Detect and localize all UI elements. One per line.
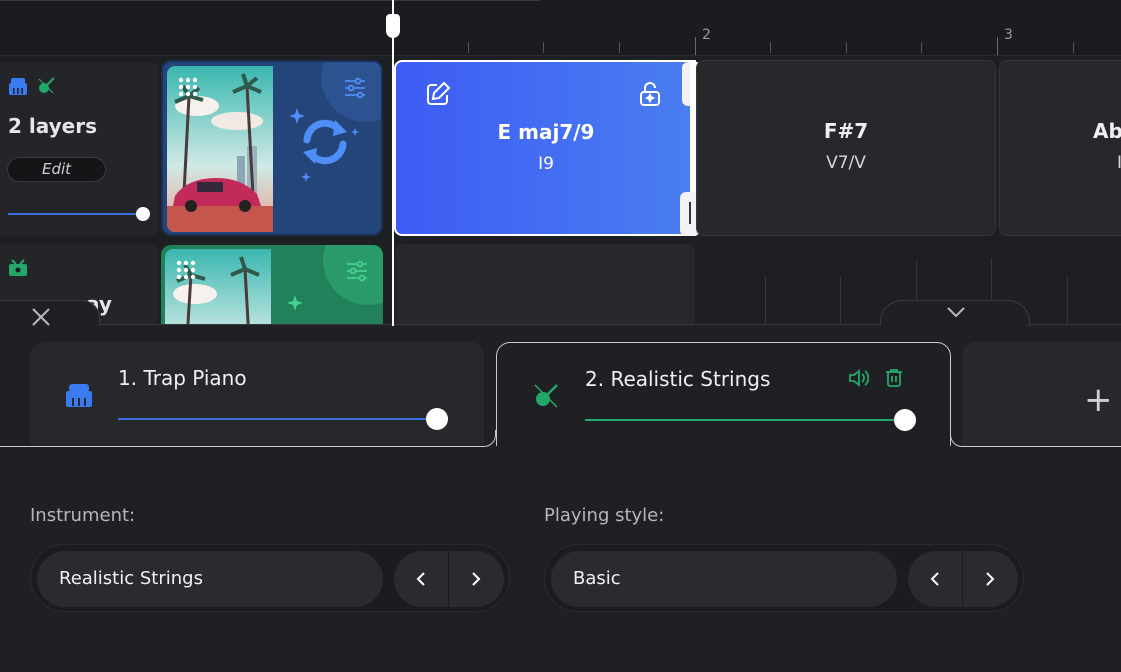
track-header[interactable]: 2 layers Edit bbox=[0, 62, 158, 236]
edit-chord-icon[interactable] bbox=[424, 80, 452, 108]
chord-roman-numeral: I bbox=[1117, 153, 1121, 173]
track-artwork[interactable] bbox=[161, 245, 383, 326]
piano-icon bbox=[9, 78, 27, 95]
layer-volume-knob[interactable] bbox=[894, 409, 916, 431]
panel-divider bbox=[978, 446, 1121, 447]
ruler-tick bbox=[1073, 42, 1074, 53]
track-instrument-icons bbox=[8, 76, 56, 96]
chord-name: E maj7/9 bbox=[497, 120, 595, 144]
playing-style-nav bbox=[908, 551, 1018, 607]
chevron-right-icon bbox=[986, 572, 995, 586]
track-layers-label: 2 layers bbox=[8, 114, 97, 138]
plus-icon: + bbox=[1084, 380, 1113, 420]
trash-icon[interactable] bbox=[883, 367, 905, 389]
instrument-prev-button[interactable] bbox=[394, 551, 448, 607]
chord-name: Ab bbox=[1093, 119, 1121, 143]
chord-block[interactable]: Ab I bbox=[999, 60, 1121, 236]
drum-machine-icon bbox=[9, 259, 27, 276]
track-volume-knob[interactable] bbox=[136, 207, 150, 221]
ruler-tick bbox=[543, 42, 544, 53]
instrument-value[interactable]: Realistic Strings bbox=[37, 551, 383, 607]
chevron-left-icon bbox=[416, 572, 425, 586]
volume-icon[interactable] bbox=[847, 367, 869, 389]
layer-volume-slider[interactable] bbox=[585, 419, 905, 421]
unlock-icon[interactable] bbox=[636, 80, 664, 108]
settings-sliders-icon[interactable] bbox=[343, 76, 367, 100]
edit-track-button[interactable]: Edit bbox=[7, 157, 106, 182]
layer-card-selected[interactable]: 2. Realistic Strings bbox=[496, 342, 951, 446]
track-artwork[interactable] bbox=[161, 60, 383, 236]
chord-block-active[interactable]: E maj7/9 I9 bbox=[394, 60, 702, 236]
layer-title: 2. Realistic Strings bbox=[585, 367, 771, 391]
panel-divider bbox=[0, 446, 468, 447]
grid-menu-icon[interactable] bbox=[175, 259, 197, 281]
ruler-top-line bbox=[0, 0, 540, 1]
track-volume-slider[interactable] bbox=[8, 213, 144, 215]
piano-icon bbox=[66, 384, 92, 407]
settings-sliders-icon[interactable] bbox=[345, 259, 369, 283]
ruler-bar-number: 2 bbox=[702, 27, 711, 43]
playing-style-prev-button[interactable] bbox=[908, 551, 962, 607]
ruler-tick bbox=[921, 42, 922, 53]
layer-card[interactable]: 1. Trap Piano bbox=[30, 342, 484, 446]
instrument-label: Instrument: bbox=[30, 505, 136, 526]
sparkle-icon bbox=[351, 128, 359, 136]
selected-tab-curve bbox=[950, 430, 978, 447]
chevron-left-icon bbox=[930, 572, 939, 586]
sparkle-icon bbox=[289, 108, 305, 124]
sparkle-icon bbox=[301, 172, 311, 182]
violin-icon bbox=[38, 77, 55, 94]
playhead-line bbox=[392, 0, 394, 326]
chord-roman-numeral: V7/V bbox=[826, 153, 866, 173]
instrument-next-button[interactable] bbox=[449, 551, 503, 607]
layer-volume-slider[interactable] bbox=[118, 418, 436, 420]
playing-style-next-button[interactable] bbox=[963, 551, 1017, 607]
timeline-ruler[interactable]: 2 3 bbox=[0, 0, 1121, 56]
instrument-nav bbox=[394, 551, 504, 607]
playing-style-value[interactable]: Basic bbox=[551, 551, 897, 607]
ruler-tick bbox=[619, 42, 620, 53]
ruler-tick bbox=[468, 42, 469, 53]
ruler-tick bbox=[846, 42, 847, 53]
violin-muted-icon bbox=[534, 384, 558, 408]
ruler-bar-number: 3 bbox=[1004, 27, 1013, 43]
close-icon[interactable] bbox=[30, 306, 52, 328]
layer-title: 1. Trap Piano bbox=[118, 366, 247, 390]
add-layer-button[interactable]: + bbox=[962, 342, 1121, 446]
ruler-tick bbox=[770, 42, 771, 53]
chord-name: F#7 bbox=[823, 119, 869, 143]
chevron-right-icon bbox=[472, 572, 481, 586]
layer-volume-knob[interactable] bbox=[426, 408, 448, 430]
chevron-down-icon[interactable] bbox=[945, 304, 967, 320]
playhead-handle[interactable] bbox=[386, 14, 400, 38]
pattern-block[interactable] bbox=[395, 244, 695, 326]
grid-menu-icon[interactable] bbox=[177, 76, 199, 98]
playing-style-selector: Basic bbox=[544, 544, 1024, 612]
chord-block[interactable]: F#7 V7/V bbox=[696, 60, 996, 236]
chord-roman-numeral: I9 bbox=[538, 154, 554, 174]
sparkle-icon bbox=[287, 295, 303, 311]
playing-style-label: Playing style: bbox=[544, 505, 665, 526]
ruler-bar-line bbox=[695, 37, 696, 55]
instrument-selector: Realistic Strings bbox=[30, 544, 510, 612]
ruler-bar-line bbox=[997, 37, 998, 55]
layer-actions bbox=[847, 367, 905, 389]
track-instrument-icons bbox=[8, 258, 28, 278]
